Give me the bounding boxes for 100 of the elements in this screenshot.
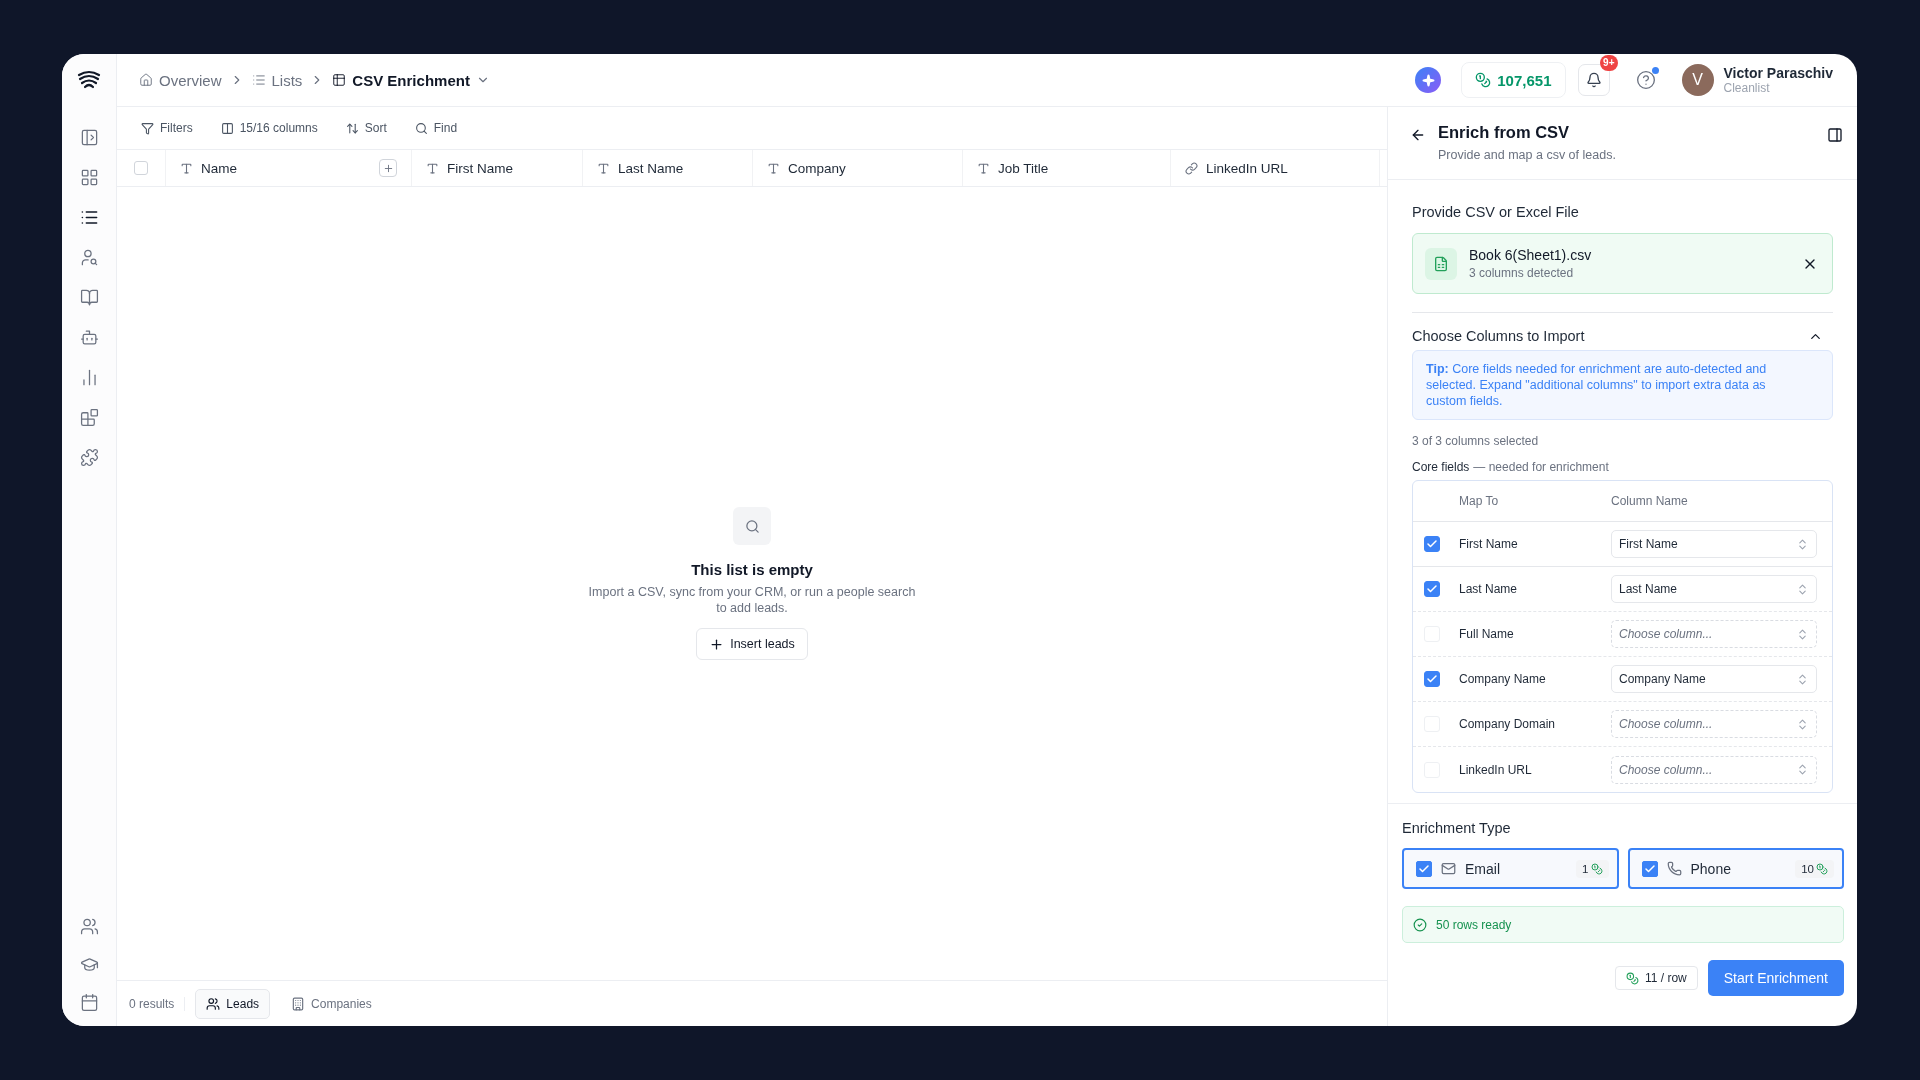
spreadsheet-icon — [1425, 247, 1457, 280]
user-search-icon — [79, 247, 99, 267]
check-icon — [1426, 538, 1438, 550]
panel-title: Enrich from CSV — [1438, 123, 1571, 142]
checkbox[interactable] — [1424, 581, 1440, 597]
column-select[interactable]: Choose column... — [1611, 755, 1817, 784]
check-icon — [1643, 862, 1656, 875]
back-button[interactable] — [1410, 127, 1426, 143]
checkbox[interactable] — [1424, 671, 1440, 687]
phone-icon — [1666, 861, 1682, 876]
toolbar-button[interactable]: Find — [414, 121, 458, 135]
organization-name: Cleanlist — [1723, 81, 1771, 95]
filter-icon — [141, 121, 154, 135]
tip-note: Tip: Core fields needed for enrichment are auto-detected and selected. Expand "additional columns" to import extra data as custom fields. — [1412, 350, 1833, 420]
column-header[interactable]: Job Title — [963, 150, 1171, 186]
text-type-icon — [767, 161, 780, 175]
field-name: First Name — [1459, 537, 1519, 551]
field-name: LinkedIn URL — [1459, 762, 1533, 777]
list-icon — [251, 73, 266, 87]
footer-tab[interactable]: Leads — [195, 988, 271, 1019]
column-header[interactable]: Company — [753, 150, 963, 186]
people-icon — [206, 996, 221, 1011]
panel-icon — [1827, 127, 1843, 143]
ai-assistant-button[interactable] — [1415, 67, 1442, 93]
checkbox[interactable] — [1641, 860, 1658, 877]
check-icon — [1418, 862, 1430, 875]
empty-description: Import a CSV, sync from your CRM, or run a people search to add leads. — [587, 584, 917, 616]
checkbox[interactable] — [1416, 860, 1432, 877]
notification-badge: 9+ — [1600, 55, 1618, 71]
search-icon — [414, 121, 428, 135]
puzzle-icon — [79, 447, 99, 467]
coins-icon — [1816, 862, 1828, 875]
sparkle-icon — [1421, 73, 1435, 87]
user-name: Victor Paraschiv — [1723, 65, 1833, 81]
footer-tab[interactable]: Companies — [280, 988, 383, 1019]
column-select[interactable]: Last Name — [1611, 575, 1817, 603]
chevrons-icon — [1796, 627, 1809, 641]
credit-cost: 1 — [1576, 859, 1609, 878]
bell-icon — [1585, 72, 1602, 88]
text-type-icon — [426, 161, 439, 175]
link-icon — [1185, 161, 1198, 175]
column-header: Column Name — [1611, 494, 1689, 508]
column-header[interactable]: Last Name — [583, 150, 753, 186]
building-icon — [291, 996, 306, 1011]
breadcrumb-link[interactable]: CSV Enrichment — [332, 71, 490, 89]
enrichment-option[interactable]: Email 1 — [1402, 848, 1619, 889]
panel-subtitle: Provide and map a csv of leads. — [1438, 148, 1616, 162]
back-arrow-icon — [1410, 127, 1426, 143]
column-select[interactable]: Choose column... — [1611, 710, 1817, 738]
chevrons-icon — [1796, 582, 1809, 596]
sort-icon — [345, 121, 359, 135]
field-name: Full Name — [1459, 627, 1515, 641]
table-icon — [332, 73, 347, 87]
text-type-icon — [977, 161, 990, 175]
enrichment-option[interactable]: Phone 10 — [1627, 848, 1844, 889]
section-heading: Provide CSV or Excel File — [1412, 204, 1580, 220]
column-select[interactable]: Choose column... — [1611, 620, 1817, 648]
calendar-icon — [79, 992, 99, 1012]
column-header[interactable]: LinkedIn URL — [1171, 150, 1380, 186]
breadcrumb-link[interactable]: Overview — [139, 71, 222, 89]
coins-icon — [1625, 971, 1639, 985]
results-count: 0 results — [129, 996, 186, 1011]
chevrons-icon — [1796, 717, 1809, 731]
select-all-checkbox[interactable] — [134, 161, 148, 175]
credits-button[interactable]: 107,651 — [1461, 62, 1566, 98]
column-header[interactable]: Name — [166, 150, 412, 186]
credit-cost: 10 — [1795, 859, 1834, 878]
columns-icon — [220, 121, 234, 135]
notifications-button[interactable] — [1577, 64, 1610, 96]
text-type-icon — [597, 161, 610, 175]
coins-icon — [1475, 72, 1492, 88]
collapse-panel-button[interactable] — [1827, 127, 1843, 143]
checkbox[interactable] — [1424, 536, 1440, 552]
toolbar-button[interactable]: Sort — [345, 121, 387, 135]
column-select[interactable]: First Name — [1611, 530, 1817, 558]
panel-toggle-icon — [79, 127, 99, 147]
chevrons-icon — [1796, 672, 1809, 686]
file-name: Book 6(Sheet1).csv — [1469, 247, 1593, 263]
book-icon — [79, 287, 99, 307]
column-select[interactable]: Company Name — [1611, 665, 1817, 693]
user-avatar[interactable]: V — [1681, 64, 1714, 96]
add-column-button[interactable] — [379, 159, 397, 177]
toolbar-button[interactable]: Filters — [141, 121, 193, 135]
help-icon — [1635, 70, 1656, 90]
core-fields-hint: — needed for enrichment — [1473, 460, 1609, 474]
field-name: Last Name — [1459, 582, 1519, 596]
breadcrumb-link[interactable]: Lists — [251, 71, 303, 89]
chevrons-icon — [1796, 537, 1809, 551]
selected-count: 3 of 3 columns selected — [1412, 434, 1540, 448]
toolbar-button[interactable]: 15/16 columns — [220, 121, 318, 135]
plus-icon — [709, 636, 725, 652]
column-header: Map To — [1459, 494, 1500, 508]
insert-leads-button[interactable]: Insert leads — [696, 628, 808, 660]
check-icon — [1426, 673, 1438, 685]
search-icon — [744, 518, 760, 534]
field-name: Company Domain — [1459, 717, 1557, 731]
grid-icon — [79, 167, 99, 187]
column-header[interactable]: First Name — [412, 150, 583, 186]
start-enrichment-button[interactable]: Start Enrichment — [1707, 960, 1844, 996]
status-text: 50 rows ready — [1436, 917, 1512, 932]
